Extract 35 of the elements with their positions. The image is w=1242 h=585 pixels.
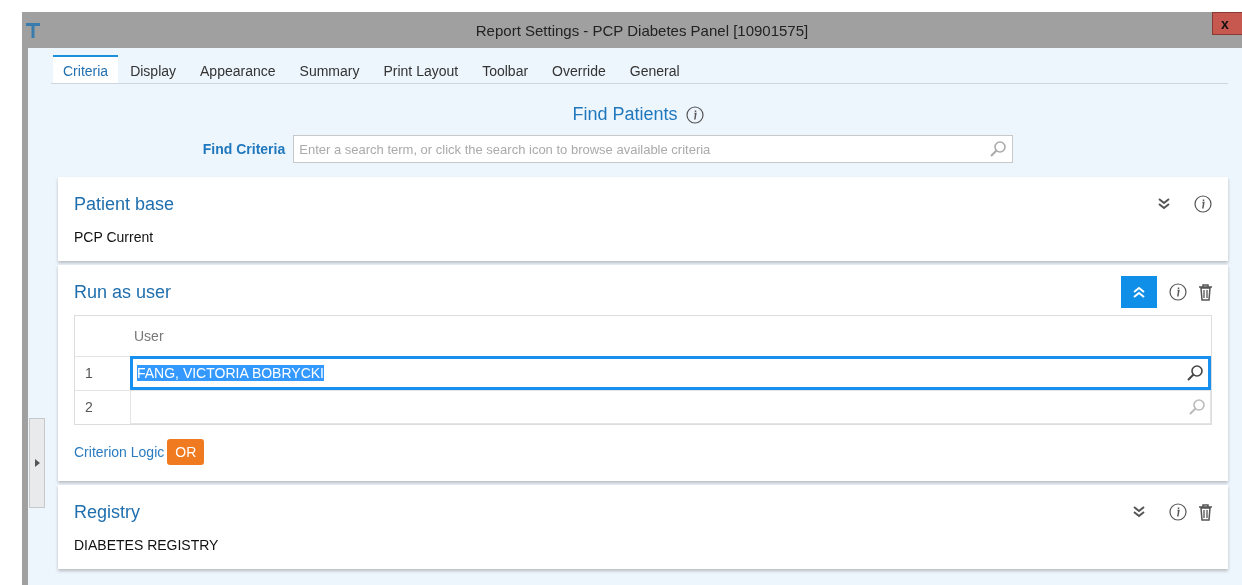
side-panel-toggle[interactable] bbox=[29, 418, 45, 508]
tab[interactable]: Display bbox=[120, 55, 187, 83]
criterion-value: PCP Current bbox=[74, 229, 155, 245]
tab[interactable]: Toolbar bbox=[472, 55, 539, 83]
tab[interactable]: Override bbox=[542, 55, 616, 83]
search-field[interactable]: Enter a search term, or click the search icon to browse available criteria bbox=[293, 135, 1014, 163]
window-title: Report Settings - PCP Diabetes Panel [10901575] bbox=[475, 22, 809, 39]
info-icon[interactable] bbox=[1194, 195, 1212, 213]
info-icon[interactable] bbox=[1169, 283, 1187, 301]
info-icon[interactable] bbox=[685, 105, 704, 124]
card-title: Patient base bbox=[74, 193, 175, 215]
criterion-value: DIABETES REGISTRY bbox=[74, 537, 220, 553]
page-heading: Find Patients bbox=[572, 104, 678, 125]
column-header: User bbox=[133, 327, 165, 346]
tab[interactable]: Criteria bbox=[53, 55, 119, 83]
chevron-up-icon bbox=[1132, 286, 1146, 298]
trash-icon[interactable] bbox=[1199, 503, 1212, 521]
info-icon[interactable] bbox=[1169, 503, 1187, 521]
chevron-down-icon bbox=[1157, 198, 1171, 210]
search-icon[interactable] bbox=[1186, 364, 1204, 382]
chevron-down-icon bbox=[1132, 506, 1146, 518]
field-label: Find Criteria bbox=[202, 141, 286, 157]
close-button[interactable]: x bbox=[1212, 12, 1242, 35]
tab[interactable]: Appearance bbox=[190, 55, 286, 83]
app-logo-icon bbox=[26, 22, 40, 38]
user-field[interactable] bbox=[130, 390, 1211, 424]
collapse-button[interactable] bbox=[1121, 276, 1157, 308]
caret-icon bbox=[34, 459, 40, 467]
card-title: Registry bbox=[74, 501, 140, 523]
tab[interactable]: General bbox=[619, 55, 690, 83]
logic-label: Criterion Logic bbox=[74, 444, 165, 460]
card-title: Run as user bbox=[74, 281, 172, 303]
tab[interactable]: Summary bbox=[289, 55, 370, 83]
tab[interactable]: Print Layout bbox=[373, 55, 469, 83]
trash-icon[interactable] bbox=[1199, 283, 1212, 301]
